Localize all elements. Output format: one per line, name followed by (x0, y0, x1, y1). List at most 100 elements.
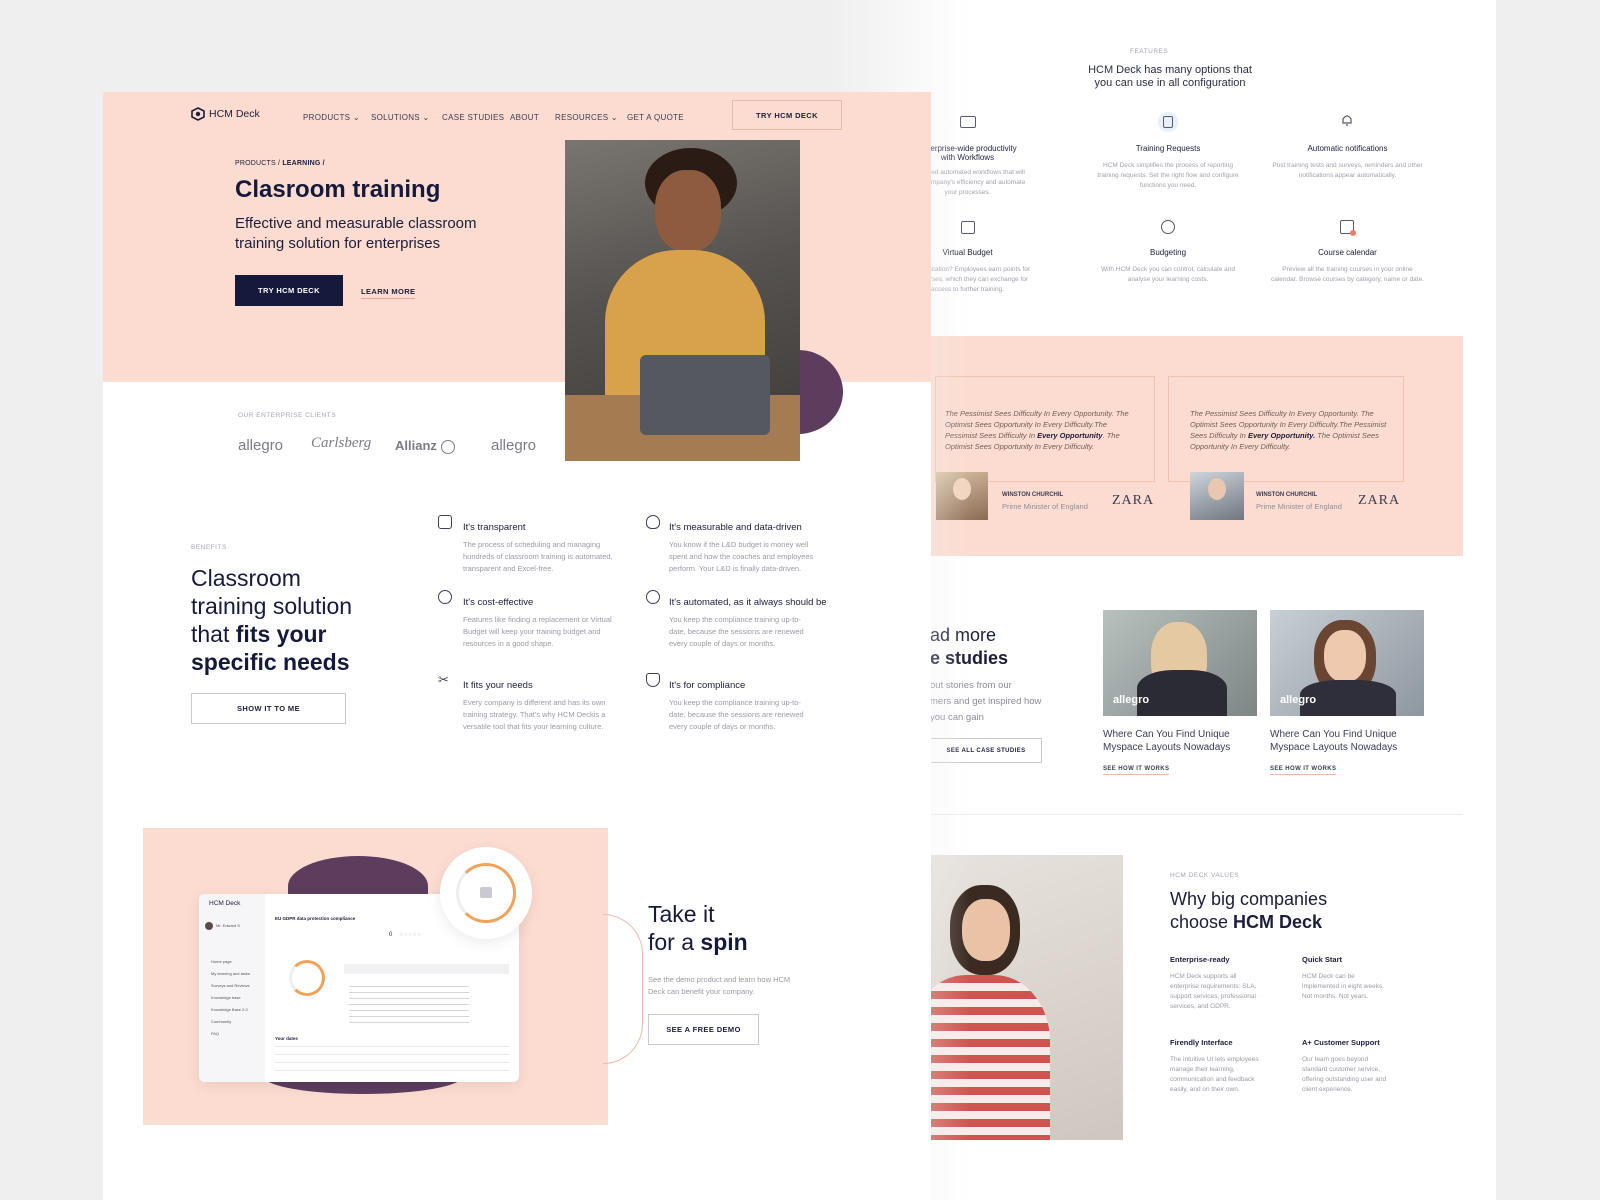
clients-label: OUR ENTERPRISE CLIENTS (238, 412, 337, 419)
nav-products[interactable]: PRODUCTS ⌄ (303, 113, 360, 122)
case-study-image: allegro (1103, 610, 1257, 716)
allegro-logo: allegro (491, 437, 537, 454)
carlsberg-logo: Carlsberg (311, 435, 372, 451)
page-title: Clasroom training (235, 176, 441, 203)
benefits-heading: Classroom training solution that fits yo… (191, 565, 353, 675)
main-page: HCM Deck PRODUCTS ⌄ SOLUTIONS ⌄ CASE STU… (103, 92, 931, 1200)
see-how-it-works-link[interactable]: SEE HOW IT WORKS (1270, 766, 1337, 775)
divider (930, 814, 1463, 815)
mock-brand: HCM Deck (209, 900, 241, 907)
value-item: Enterprise-ready HCM Deck supports all e… (1170, 955, 1257, 1010)
feature-card: Budgeting With HCM Deck you can control,… (1100, 248, 1236, 283)
wallet-icon (961, 221, 975, 234)
nav-case-studies[interactable]: CASE STUDIES (442, 113, 504, 122)
zara-logo: ZARA (1112, 493, 1155, 508)
demo-description: See the demo product and learn how HCM D… (648, 975, 791, 996)
value-item: Quick Start HCM Deck can be implemented … (1302, 955, 1385, 1000)
clock-icon (438, 590, 452, 604)
mock-title: EU GDPR data protection compliance (275, 916, 356, 921)
benefit-item: It's cost-effective Features like findin… (463, 597, 612, 648)
transparent-icon (438, 515, 452, 529)
nav-solutions[interactable]: SOLUTIONS ⌄ (371, 113, 429, 122)
values-label: HCM DECK VALUES (1170, 872, 1240, 879)
scissors-icon: ✂ (438, 672, 449, 687)
progress-ring (289, 960, 325, 996)
see-all-case-studies-button[interactable]: SEE ALL CASE STUDIES (930, 738, 1042, 763)
learn-more-link[interactable]: LEARN MORE (361, 287, 416, 299)
case-studies-desc: out stories from our mers and get inspir… (930, 680, 1042, 723)
author-name: WINSTON CHURCHIL (1002, 492, 1064, 498)
calendar-icon (480, 887, 492, 898)
show-it-to-me-button[interactable]: SHOW IT TO ME (191, 693, 346, 724)
try-hcm-deck-button[interactable]: TRY HCM DECK (235, 275, 343, 306)
allegro-badge: allegro (1113, 694, 1150, 706)
avatar (1190, 472, 1244, 520)
benefit-item: It's automated, as it always should be Y… (669, 597, 827, 648)
feature-card: Course calendar Preview all the training… (1270, 248, 1425, 283)
brand-name[interactable]: HCM Deck (209, 108, 260, 120)
chevron-down-icon: ⌄ (352, 113, 360, 122)
see-free-demo-button[interactable]: SEE A FREE DEMO (648, 1014, 759, 1045)
author-role: Prime Minister of England (1002, 502, 1088, 511)
progress-badge (440, 847, 532, 939)
bell-icon (1340, 113, 1354, 127)
testimonial-quote: The Pessimist Sees Difficulty In Every O… (1190, 409, 1387, 451)
features-heading: HCM Deck has many options that you can u… (1088, 64, 1252, 89)
chevron-down-icon: ⌄ (422, 113, 430, 122)
demo-heading: Take it for a spin (648, 901, 748, 955)
mock-user: Mr. Edward S (216, 923, 241, 928)
testimonial-quote: The Pessimist Sees Difficulty In Every O… (945, 409, 1129, 451)
benefit-item: It's for compliance You keep the complia… (669, 680, 804, 731)
see-how-it-works-link[interactable]: SEE HOW IT WORKS (1103, 766, 1170, 775)
benefit-item: It's transparent The process of scheduli… (463, 522, 613, 573)
decorative-curve (603, 914, 643, 1064)
case-study-image: allegro (1270, 610, 1424, 716)
benefit-item: It fits your needs Every company is diff… (463, 680, 606, 731)
benefits-label: BENEFITS (191, 544, 227, 551)
mock-text-lines (349, 986, 469, 1026)
chevron-down-icon: ⌄ (610, 113, 618, 122)
feature-card: Automatic notifications Post training te… (1272, 144, 1423, 179)
nav-resources[interactable]: RESOURCES ⌄ (555, 113, 618, 122)
gear-icon (646, 590, 660, 604)
features-label: FEATURES (1130, 48, 1169, 55)
author-name: WINSTON CHURCHIL (1256, 492, 1318, 498)
zara-logo: ZARA (1358, 493, 1401, 508)
value-item: A+ Customer Support Our team goes beyond… (1302, 1038, 1387, 1093)
case-study-title: Where Can You Find Unique Myspace Layout… (1270, 729, 1398, 753)
benefit-item: It's measurable and data-driven You know… (669, 522, 814, 573)
workflow-icon (960, 116, 976, 128)
author-role: Prime Minister of England (1256, 502, 1342, 511)
mock-menu: Home page My learning and tasks Surveys … (211, 959, 250, 1036)
case-studies-heading: ad more e studies (930, 625, 1009, 668)
avatar (205, 922, 213, 930)
mock-dates-label: Your dates (275, 1036, 298, 1041)
allianz-logo: Allianz (395, 438, 455, 454)
hcm-logo-icon (191, 107, 205, 121)
case-study-title: Where Can You Find Unique Myspace Layout… (1103, 729, 1231, 753)
hero-subtitle: Effective and measurable classroom train… (235, 215, 477, 252)
demo-panel: HCM Deck Mr. Edward S Home page My learn… (143, 828, 608, 1125)
calendar-icon (1340, 220, 1356, 236)
mock-bar (344, 964, 509, 974)
values-heading: Why big companies choose HCM Deck (1170, 889, 1328, 932)
allegro-logo: allegro (238, 437, 284, 454)
cloud-icon (646, 515, 660, 529)
mock-count: 0 (389, 932, 393, 938)
nav-about[interactable]: ABOUT (510, 113, 539, 122)
shield-icon (646, 673, 660, 687)
nav-get-quote[interactable]: GET A QUOTE (627, 113, 684, 122)
hero-section (103, 92, 931, 382)
allianz-icon (440, 439, 455, 454)
star-rating-icon: ☆☆☆☆☆ (399, 932, 422, 938)
breadcrumb: PRODUCTS / LEARNING / (235, 160, 325, 167)
value-item: Firendly Interface The intuitive UI lets… (1170, 1038, 1259, 1093)
allegro-badge: allegro (1280, 694, 1317, 706)
feature-card: Training Requests HCM Deck simplifies th… (1097, 144, 1239, 189)
try-hcm-deck-nav-button[interactable]: TRY HCM DECK (732, 100, 842, 130)
mock-table (275, 1046, 510, 1076)
coin-icon (1161, 220, 1175, 234)
training-requests-icon (1158, 112, 1178, 132)
hero-photo (565, 140, 800, 461)
avatar (936, 472, 988, 520)
